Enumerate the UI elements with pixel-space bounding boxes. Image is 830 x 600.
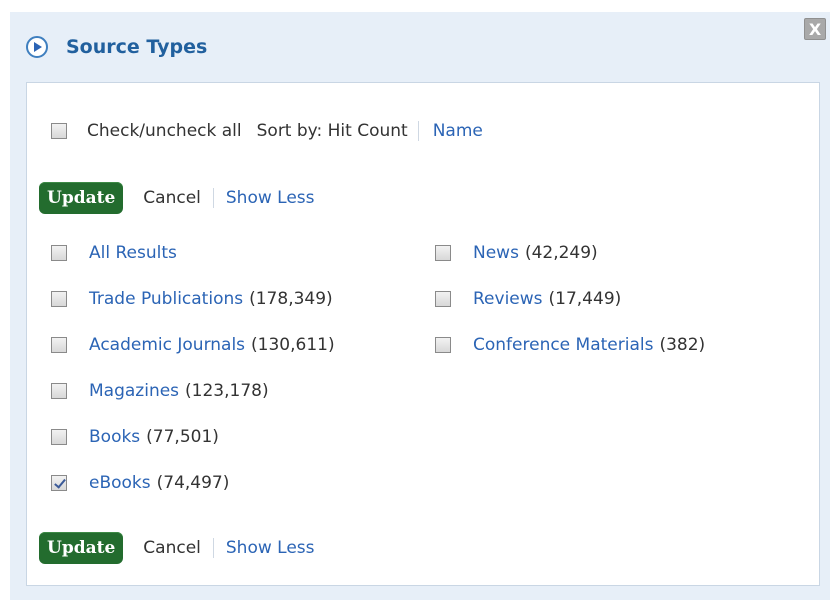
list-item: Conference Materials (382): [435, 333, 705, 357]
sort-by-name-link[interactable]: Name: [433, 121, 483, 141]
check-all-checkbox[interactable]: [51, 123, 67, 139]
sort-divider: [417, 121, 419, 141]
close-icon[interactable]: X: [804, 18, 826, 40]
source-count: (123,178): [185, 381, 269, 401]
source-checkbox-checked[interactable]: [51, 475, 67, 491]
source-count: (74,497): [156, 473, 230, 493]
source-types-panel: Source Types X Check/uncheck all Sort by…: [10, 12, 830, 600]
action-divider: [212, 188, 214, 208]
source-checkbox[interactable]: [435, 291, 451, 307]
source-link[interactable]: Conference Materials: [473, 335, 653, 355]
list-item: Reviews (17,449): [435, 287, 621, 311]
source-checkbox[interactable]: [51, 245, 67, 261]
list-item: All Results: [51, 241, 177, 265]
list-item: Books (77,501): [51, 425, 219, 449]
sort-by-hit-count-label: Sort by: Hit Count: [256, 121, 408, 141]
source-checkbox[interactable]: [435, 245, 451, 261]
source-count: (77,501): [146, 427, 219, 447]
source-link[interactable]: Academic Journals: [89, 335, 245, 355]
source-link[interactable]: Trade Publications: [89, 289, 243, 309]
cancel-link-top[interactable]: Cancel: [143, 188, 201, 208]
source-count: (42,249): [524, 243, 598, 263]
top-actions-row: Update Cancel Show Less: [39, 179, 315, 217]
source-count: (382): [659, 335, 706, 355]
update-button-bottom[interactable]: Update: [39, 532, 124, 564]
show-less-link-top[interactable]: Show Less: [226, 188, 315, 208]
source-count: (130,611): [251, 335, 335, 355]
panel-title: Source Types: [66, 36, 208, 58]
source-link[interactable]: News: [473, 243, 519, 263]
source-checkbox[interactable]: [51, 291, 67, 307]
show-less-link-bottom[interactable]: Show Less: [226, 538, 315, 558]
source-count: (17,449): [548, 289, 622, 309]
cancel-link-bottom[interactable]: Cancel: [143, 538, 201, 558]
action-divider: [212, 538, 214, 558]
source-checkbox[interactable]: [435, 337, 451, 353]
panel-body: Check/uncheck all Sort by: Hit Count Nam…: [26, 82, 820, 586]
list-item: eBooks (74,497): [51, 471, 229, 495]
source-link[interactable]: All Results: [89, 243, 177, 263]
bottom-actions-row: Update Cancel Show Less: [39, 529, 315, 567]
collapse-toggle-icon[interactable]: [26, 36, 48, 58]
source-count: (178,349): [249, 289, 333, 309]
panel-header: Source Types X: [10, 12, 830, 82]
source-link[interactable]: Reviews: [473, 289, 543, 309]
list-item: Trade Publications (178,349): [51, 287, 333, 311]
list-item: Magazines (123,178): [51, 379, 269, 403]
source-checkbox[interactable]: [51, 383, 67, 399]
source-link[interactable]: Books: [89, 427, 140, 447]
source-checkbox[interactable]: [51, 337, 67, 353]
check-all-label[interactable]: Check/uncheck all: [87, 121, 242, 141]
update-button-top[interactable]: Update: [39, 182, 124, 214]
list-item: Academic Journals (130,611): [51, 333, 335, 357]
list-item: News (42,249): [435, 241, 598, 265]
source-checkbox[interactable]: [51, 429, 67, 445]
source-link[interactable]: Magazines: [89, 381, 179, 401]
source-link[interactable]: eBooks: [89, 473, 151, 493]
check-sort-row: Check/uncheck all Sort by: Hit Count Nam…: [51, 119, 483, 143]
